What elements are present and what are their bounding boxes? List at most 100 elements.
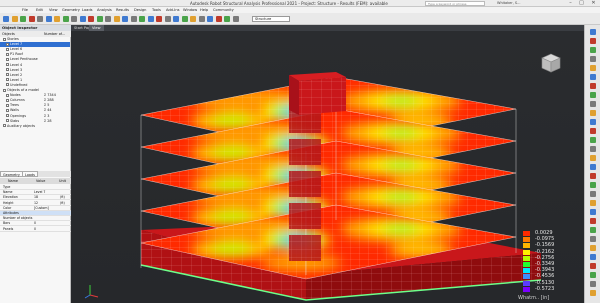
- toolbar-tool-icon[interactable]: [62, 16, 69, 22]
- side-tool-icon[interactable]: [590, 191, 596, 197]
- minimize-icon[interactable]: –: [566, 0, 575, 7]
- toolbar-tool-icon[interactable]: [122, 16, 128, 22]
- toolbar-tool-icon[interactable]: [164, 16, 171, 22]
- toolbar-tool-icon[interactable]: [105, 16, 111, 22]
- side-tool-icon[interactable]: [590, 236, 596, 242]
- toolbar-tool-icon[interactable]: [3, 16, 9, 22]
- checkbox-icon[interactable]: [6, 68, 9, 72]
- checkbox-icon[interactable]: [6, 78, 9, 82]
- toolbar-tool-icon[interactable]: [11, 16, 18, 22]
- toolbar-tool-icon[interactable]: [130, 16, 137, 22]
- side-tool-icon[interactable]: [590, 155, 596, 161]
- side-tool-icon[interactable]: [590, 65, 596, 71]
- menu-geometry[interactable]: Geometry: [62, 8, 80, 12]
- model-viewport[interactable]: Start Page View: [71, 25, 584, 303]
- toolbar-tool-icon[interactable]: [173, 16, 179, 22]
- side-tool-icon[interactable]: [590, 290, 596, 296]
- toolbar-tool-icon[interactable]: [215, 16, 222, 22]
- menu-community[interactable]: Community: [213, 8, 234, 12]
- side-tool-icon[interactable]: [590, 128, 596, 134]
- side-tool-icon[interactable]: [590, 164, 596, 170]
- side-tool-icon[interactable]: [590, 218, 596, 224]
- checkbox-icon[interactable]: [6, 119, 9, 123]
- side-tool-icon[interactable]: [590, 47, 596, 53]
- tab-geometry[interactable]: Geometry: [0, 171, 23, 177]
- side-tool-icon[interactable]: [590, 83, 596, 89]
- menu-design[interactable]: Design: [134, 8, 146, 12]
- side-tool-icon[interactable]: [590, 272, 596, 278]
- toolbar-tool-icon[interactable]: [45, 16, 52, 22]
- toolbar-tool-icon[interactable]: [181, 16, 188, 22]
- toolbar-tool-icon[interactable]: [54, 16, 60, 22]
- structure-type-select[interactable]: Structure: [252, 16, 290, 22]
- building-model-view[interactable]: [71, 25, 584, 303]
- checkbox-icon[interactable]: [3, 124, 6, 128]
- side-tool-icon[interactable]: [590, 209, 596, 215]
- toolbar-tool-icon[interactable]: [88, 16, 94, 22]
- side-tool-icon[interactable]: [590, 110, 596, 116]
- side-tool-icon[interactable]: [590, 227, 596, 233]
- close-icon[interactable]: ✕: [589, 0, 598, 7]
- user-name[interactable]: Whitaker, S...: [497, 1, 520, 5]
- menu-view[interactable]: View: [49, 8, 58, 12]
- checkbox-icon[interactable]: [6, 93, 9, 97]
- side-tool-icon[interactable]: [590, 245, 596, 251]
- menu-add-ins[interactable]: Add-Ins: [166, 8, 179, 12]
- checkbox-icon[interactable]: [3, 37, 6, 41]
- checkbox-icon[interactable]: [6, 63, 9, 66]
- property-value[interactable]: 0: [34, 227, 36, 232]
- search-input[interactable]: Type a keyword or phrase: [425, 1, 485, 6]
- side-tool-icon[interactable]: [590, 38, 596, 44]
- checkbox-icon[interactable]: [6, 47, 9, 51]
- side-tool-icon[interactable]: [590, 281, 596, 287]
- side-tool-icon[interactable]: [590, 254, 596, 260]
- toolbar-tool-icon[interactable]: [20, 16, 26, 22]
- menu-loads[interactable]: Loads: [82, 8, 93, 12]
- toolbar-tool-icon[interactable]: [28, 16, 35, 22]
- tab-loads[interactable]: Loads: [22, 171, 38, 177]
- view-cube-icon[interactable]: [540, 52, 562, 74]
- checkbox-icon[interactable]: [3, 88, 6, 92]
- side-tool-icon[interactable]: [590, 173, 596, 179]
- toolbar-tool-icon[interactable]: [71, 16, 77, 22]
- checkbox-icon[interactable]: [6, 114, 9, 117]
- side-tool-icon[interactable]: [590, 119, 596, 125]
- side-tool-icon[interactable]: [590, 74, 596, 80]
- side-tool-icon[interactable]: [590, 137, 596, 143]
- menu-tools[interactable]: Tools: [152, 8, 161, 12]
- toolbar-tool-icon[interactable]: [232, 16, 239, 22]
- side-tool-icon[interactable]: [590, 146, 596, 152]
- tab-view[interactable]: View: [89, 25, 104, 31]
- menu-edit[interactable]: Edit: [36, 8, 43, 12]
- checkbox-icon[interactable]: [6, 103, 9, 107]
- menu-analysis[interactable]: Analysis: [97, 8, 112, 12]
- checkbox-icon[interactable]: [6, 83, 9, 87]
- maximize-icon[interactable]: □: [577, 0, 586, 7]
- checkbox-icon[interactable]: [6, 108, 9, 112]
- toolbar-tool-icon[interactable]: [96, 16, 103, 22]
- property-row[interactable]: Panels 0: [0, 227, 71, 232]
- side-tool-icon[interactable]: [590, 56, 596, 62]
- side-tool-icon[interactable]: [590, 182, 596, 188]
- tree-item[interactable]: Auxiliary objects: [0, 124, 70, 129]
- checkbox-icon[interactable]: [6, 42, 9, 46]
- checkbox-icon[interactable]: [6, 57, 9, 61]
- toolbar-tool-icon[interactable]: [190, 16, 196, 22]
- toolbar-tool-icon[interactable]: [113, 16, 120, 22]
- toolbar-tool-icon[interactable]: [139, 16, 145, 22]
- toolbar-tool-icon[interactable]: [147, 16, 154, 22]
- checkbox-icon[interactable]: [6, 52, 9, 56]
- side-tool-icon[interactable]: [590, 92, 596, 98]
- side-tool-icon[interactable]: [590, 101, 596, 107]
- toolbar-tool-icon[interactable]: [79, 16, 86, 22]
- toolbar-tool-icon[interactable]: [224, 16, 230, 22]
- side-tool-icon[interactable]: [590, 263, 596, 269]
- menu-window[interactable]: Window: [183, 8, 197, 12]
- checkbox-icon[interactable]: [6, 98, 9, 102]
- toolbar-tool-icon[interactable]: [37, 16, 43, 22]
- side-tool-icon[interactable]: [590, 29, 596, 35]
- checkbox-icon[interactable]: [6, 73, 9, 77]
- menu-results[interactable]: Results: [116, 8, 129, 12]
- menu-file[interactable]: File: [22, 8, 28, 12]
- menu-help[interactable]: Help: [200, 8, 208, 12]
